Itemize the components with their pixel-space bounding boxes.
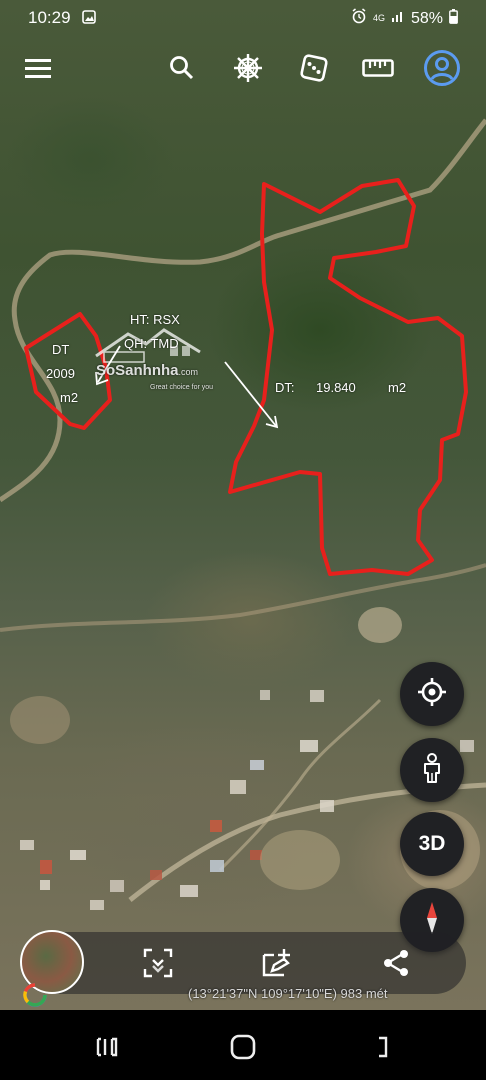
battery-icon	[449, 8, 458, 29]
ruler-icon[interactable]	[358, 48, 398, 88]
street-view-button[interactable]	[400, 738, 464, 802]
watermark-brand: SoSanhnha.com	[96, 362, 199, 379]
status-time: 10:29	[28, 8, 71, 27]
search-icon[interactable]	[162, 48, 202, 88]
bottom-toolbar	[20, 932, 466, 994]
coordinates-readout: (13°21'37"N 109°17'10"E) 983 mét	[188, 986, 388, 1001]
status-right: 4G 58%	[351, 8, 458, 29]
alarm-icon	[351, 8, 367, 29]
ship-wheel-icon[interactable]	[228, 48, 268, 88]
my-location-button[interactable]	[400, 662, 464, 726]
network-type: 4G	[372, 13, 385, 23]
pegman-icon	[421, 752, 443, 788]
battery-level: 58%	[410, 9, 443, 27]
signal-icon	[391, 9, 405, 28]
zoning-qh-label: QH: TMD	[124, 336, 179, 351]
status-bar: 10:29 4G 58%	[0, 0, 486, 36]
back-icon[interactable]	[366, 1032, 396, 1062]
right-parcel-unit: m2	[388, 380, 407, 395]
gallery-notification-icon	[82, 10, 96, 29]
left-parcel-label: DT	[52, 342, 70, 357]
watermark-tagline: Great choice for you	[150, 384, 214, 391]
left-parcel-unit: m2	[60, 390, 79, 405]
system-nav-bar	[0, 1010, 486, 1080]
my-location-icon	[417, 677, 447, 712]
right-parcel-label: DT:	[275, 380, 295, 395]
dice-icon[interactable]	[294, 48, 334, 88]
add-feature-icon[interactable]	[260, 947, 292, 979]
menu-icon[interactable]	[18, 48, 58, 88]
zoning-ht-label: HT: RSX	[130, 312, 180, 327]
3d-toggle-button[interactable]: 3D	[400, 812, 464, 876]
share-icon[interactable]	[380, 947, 412, 979]
recents-icon[interactable]	[92, 1032, 122, 1062]
home-icon[interactable]	[228, 1032, 258, 1062]
google-logo-icon	[23, 983, 47, 1007]
right-parcel-area: 19.840	[316, 380, 356, 395]
account-icon[interactable]	[422, 48, 462, 88]
expand-icon[interactable]	[142, 947, 174, 979]
left-parcel-area: 2009	[46, 366, 75, 381]
